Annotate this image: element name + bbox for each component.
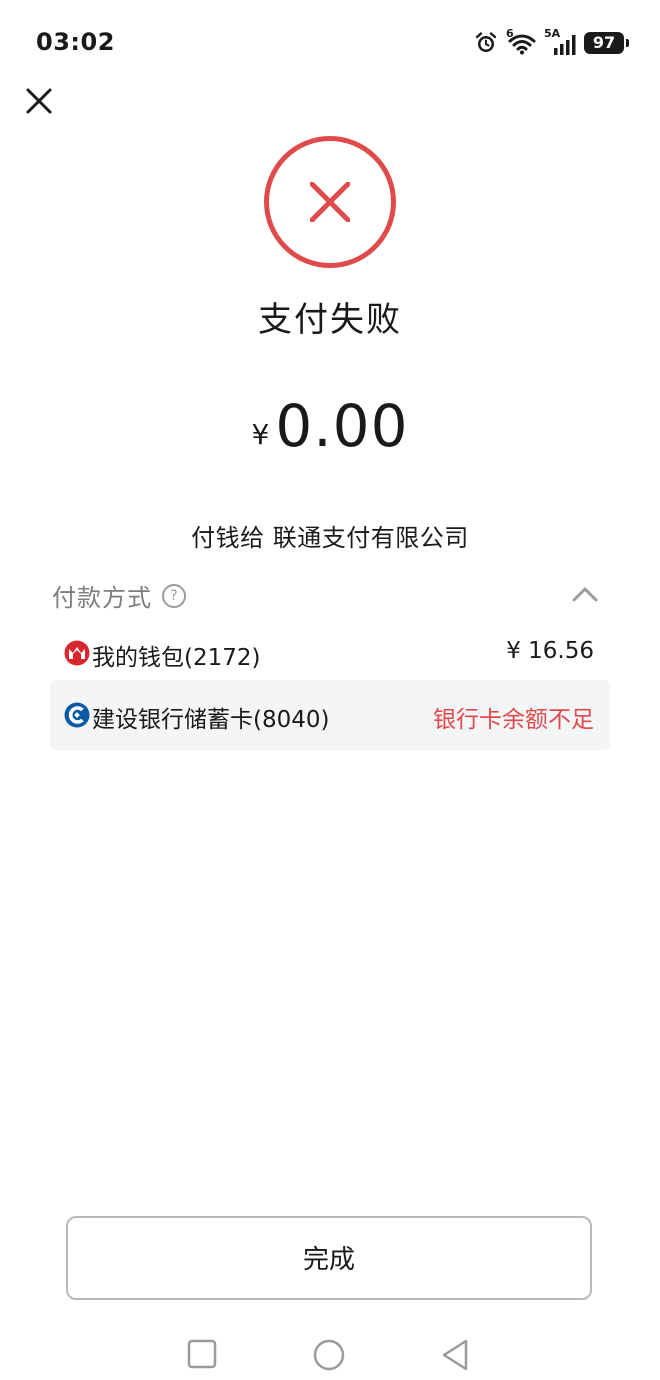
payment-failed-icon: [264, 136, 396, 268]
recent-apps-icon[interactable]: [186, 1338, 218, 1370]
close-button[interactable]: [22, 84, 56, 118]
help-icon[interactable]: ?: [162, 584, 186, 608]
result-title: 支付失败: [258, 300, 402, 340]
payment-method-header: 付款方式 ?: [52, 578, 600, 614]
close-icon: [26, 88, 52, 114]
payment-option-ccb-card[interactable]: 建设银行储蓄卡(8040) 银行卡余额不足: [50, 680, 610, 750]
bank-card-label: 建设银行储蓄卡(8040): [92, 707, 330, 733]
wallet-label: 我的钱包(2172): [92, 645, 261, 671]
battery-indicator: 97: [584, 32, 629, 54]
payment-result-screen: 03:02 6 5A 97 支付失败 ¥ 0.00 付钱给 联通支付有限公司 付…: [0, 0, 660, 1380]
cross-icon: [310, 182, 350, 222]
payee-text: 付钱给 联通支付有限公司: [191, 524, 469, 552]
currency-symbol: ¥: [251, 418, 270, 451]
system-navigation-bar: [0, 1330, 660, 1380]
status-icons: 6 5A 97: [474, 27, 629, 58]
payment-option-wallet[interactable]: 我的钱包(2172) ¥ 16.56: [50, 618, 610, 688]
amount-value: 0.00: [275, 392, 409, 460]
signal-icon: [554, 35, 576, 55]
done-button[interactable]: 完成: [66, 1216, 592, 1300]
cmb-bank-logo-icon: [64, 640, 90, 666]
payment-amount: ¥0.00: [0, 392, 660, 460]
chevron-up-icon[interactable]: [572, 586, 598, 602]
home-icon[interactable]: [312, 1338, 346, 1372]
wifi-icon: [508, 34, 536, 55]
status-time: 03:02: [36, 28, 115, 56]
wifi-indicator: 6: [506, 27, 536, 55]
cellular-indicator: 5A: [544, 27, 576, 55]
wallet-balance: ¥ 16.56: [506, 638, 594, 664]
payment-method-title: 付款方式: [52, 584, 152, 612]
back-icon[interactable]: [440, 1338, 470, 1372]
status-bar: 03:02 6 5A 97: [0, 0, 660, 86]
alarm-icon: [475, 32, 497, 52]
ccb-bank-logo-icon: [64, 702, 90, 728]
insufficient-balance-warning: 银行卡余额不足: [433, 707, 594, 733]
